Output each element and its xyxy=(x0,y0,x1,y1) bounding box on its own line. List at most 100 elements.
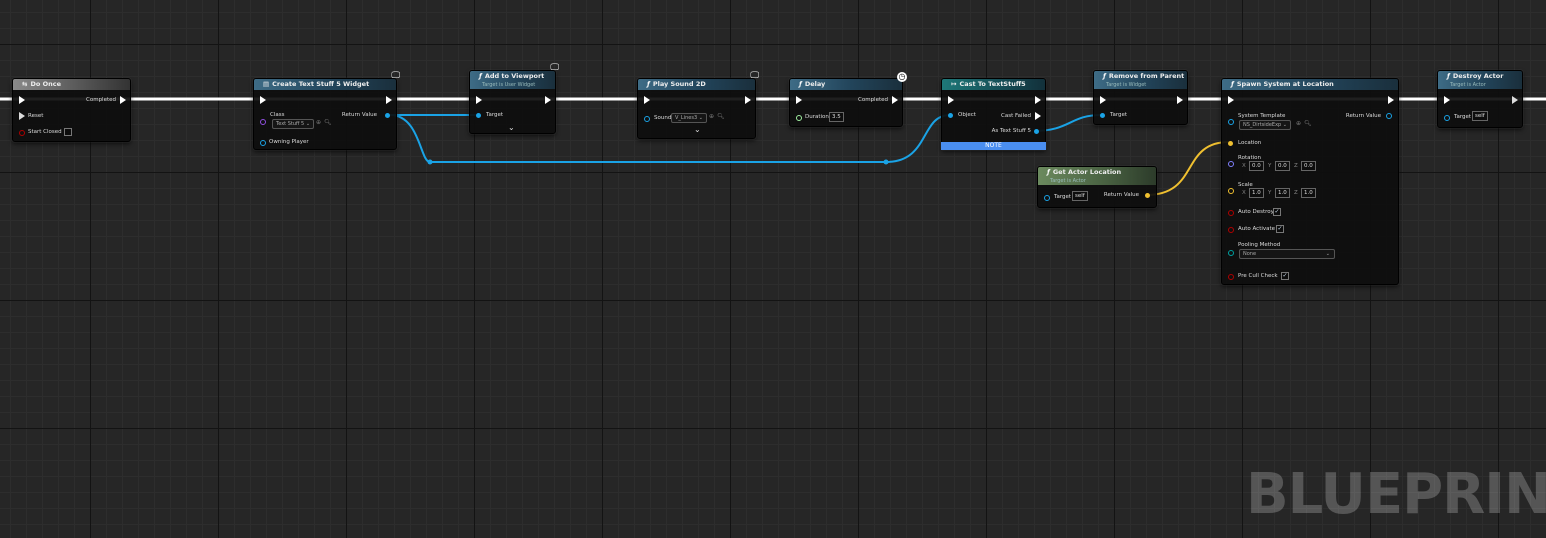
note-bar[interactable]: NOTE xyxy=(941,142,1046,150)
scale-x-input[interactable]: 1.0 xyxy=(1249,188,1264,198)
location-pin[interactable] xyxy=(1228,141,1233,146)
node-delay[interactable]: ƒ Delay ◷ Completed Duration 3.5 xyxy=(789,72,907,127)
exec-out-pin[interactable] xyxy=(1388,96,1394,104)
scale-z-input[interactable]: 1.0 xyxy=(1301,188,1316,198)
object-pin[interactable] xyxy=(948,113,953,118)
target-self-value[interactable]: self xyxy=(1072,191,1088,201)
cast-failed-pin[interactable] xyxy=(1035,112,1041,120)
function-icon: ƒ xyxy=(1047,168,1050,176)
duration-pin[interactable] xyxy=(796,115,802,121)
start-closed-checkbox[interactable] xyxy=(64,128,72,136)
sound-pin[interactable] xyxy=(644,116,650,122)
node-do-once[interactable]: ⇆ Do Once Completed Reset Start Closed xyxy=(12,78,131,142)
exec-out-pin[interactable] xyxy=(745,96,751,104)
return-value-label: Return Value xyxy=(1345,113,1381,119)
node-title: Destroy Actor xyxy=(1452,72,1504,80)
as-text-stuff-pin[interactable] xyxy=(1034,129,1039,134)
node-spawn-system-at-location[interactable]: ƒ Spawn System at Location System Templat… xyxy=(1221,78,1399,285)
exec-out-pin[interactable] xyxy=(545,96,551,104)
exec-in-pin[interactable] xyxy=(948,96,954,104)
exec-in-pin[interactable] xyxy=(644,96,650,104)
exec-out-pin[interactable] xyxy=(1035,96,1041,104)
node-title: Add to Viewport xyxy=(484,72,545,80)
node-create-widget[interactable]: ▤ Create Text Stuff 5 Widget 🖵 Class Text… xyxy=(253,71,400,150)
exec-in-pin[interactable] xyxy=(476,96,482,104)
target-self-value[interactable]: self xyxy=(1472,111,1488,121)
target-pin[interactable] xyxy=(1100,113,1105,118)
target-pin[interactable] xyxy=(476,113,481,118)
node-subtitle: Target is Actor xyxy=(1450,82,1486,88)
pooling-method-select[interactable]: None ⌄ xyxy=(1239,249,1335,259)
target-pin[interactable] xyxy=(1444,115,1450,121)
return-value-pin[interactable] xyxy=(1386,113,1392,119)
auto-destroy-pin[interactable] xyxy=(1228,210,1234,216)
class-label: Class xyxy=(270,112,285,118)
exec-out-pin[interactable] xyxy=(120,96,126,104)
rotation-x-input[interactable]: 0.0 xyxy=(1249,161,1264,171)
node-cast-to-textstuff5[interactable]: ↦ Cast To TextStuff5 Object Cast Failed A… xyxy=(941,78,1046,150)
target-pin[interactable] xyxy=(1044,195,1050,201)
clock-icon: ◷ xyxy=(897,72,907,82)
pooling-method-pin[interactable] xyxy=(1228,250,1234,256)
exec-in-pin[interactable] xyxy=(1228,96,1234,104)
location-label: Location xyxy=(1238,140,1262,146)
reset-pin[interactable] xyxy=(19,112,25,120)
browse-icon[interactable]: ⊕ xyxy=(709,113,714,120)
node-remove-from-parent[interactable]: ƒ Remove from Parent Target is Widget Targ… xyxy=(1093,70,1188,125)
auto-activate-checkbox[interactable]: ✓ xyxy=(1276,225,1284,233)
exec-in-pin[interactable] xyxy=(796,96,802,104)
scale-y-label: Y xyxy=(1268,190,1272,196)
rot-x-label: X xyxy=(1242,163,1246,169)
exec-out-pin[interactable] xyxy=(892,96,898,104)
class-select[interactable]: Text Stuff 5 ⌄ xyxy=(272,119,315,129)
scale-y-input[interactable]: 1.0 xyxy=(1275,188,1290,198)
object-label: Object xyxy=(958,112,976,118)
sound-select[interactable]: V_Lines3 ⌄ xyxy=(671,113,707,123)
function-icon: ƒ xyxy=(647,80,650,88)
owning-player-pin[interactable] xyxy=(260,140,266,146)
as-text-stuff-label: As Text Stuff 5 xyxy=(991,128,1031,134)
start-closed-label: Start Closed xyxy=(28,129,62,135)
node-get-actor-location[interactable]: ƒ Get Actor Location Target is Actor Targe… xyxy=(1037,166,1157,208)
function-icon: ƒ xyxy=(479,72,482,80)
node-play-sound-2d[interactable]: ƒ Play Sound 2D 🖵 Sound V_Lines3 ⌄ ⊕ 🔍︎ ⌄ xyxy=(637,71,759,139)
search-icon[interactable]: 🔍︎ xyxy=(717,113,725,120)
sound-label: Sound xyxy=(654,115,672,121)
system-template-select[interactable]: NS_DirtsideExp ⌄ xyxy=(1239,120,1291,130)
rotation-z-input[interactable]: 0.0 xyxy=(1301,161,1316,171)
pre-cull-checkbox[interactable]: ✓ xyxy=(1281,272,1289,280)
scale-z-label: Z xyxy=(1294,190,1298,196)
start-closed-pin[interactable] xyxy=(19,130,25,136)
expand-chevron-icon[interactable]: ⌄ xyxy=(694,125,701,134)
system-template-pin[interactable] xyxy=(1228,119,1234,125)
exec-out-pin[interactable] xyxy=(1177,96,1183,104)
exec-in-pin[interactable] xyxy=(1100,96,1106,104)
rotation-y-input[interactable]: 0.0 xyxy=(1275,161,1290,171)
search-icon[interactable]: 🔍︎ xyxy=(324,119,332,126)
class-pin[interactable] xyxy=(260,119,266,125)
exec-in-pin[interactable] xyxy=(19,96,25,104)
auto-destroy-checkbox[interactable]: ✓ xyxy=(1273,208,1281,216)
exec-out-pin[interactable] xyxy=(386,96,392,104)
search-icon[interactable]: 🔍︎ xyxy=(1304,120,1312,127)
return-value-pin[interactable] xyxy=(385,113,390,118)
exec-in-pin[interactable] xyxy=(1444,96,1450,104)
scale-pin[interactable] xyxy=(1228,188,1234,194)
node-destroy-actor[interactable]: ƒ Destroy Actor Target is Actor Target sel… xyxy=(1437,70,1523,128)
expand-chevron-icon[interactable]: ⌄ xyxy=(508,123,515,132)
completed-label: Completed xyxy=(858,97,888,103)
return-value-pin[interactable] xyxy=(1145,193,1150,198)
auto-activate-pin[interactable] xyxy=(1228,227,1234,233)
exec-in-pin[interactable] xyxy=(260,96,266,104)
node-add-to-viewport[interactable]: ƒ Add to Viewport Target is User Widget 🖵 … xyxy=(469,63,559,134)
exec-out-pin[interactable] xyxy=(1512,96,1518,104)
rotation-pin[interactable] xyxy=(1228,161,1234,167)
auto-destroy-label: Auto Destroy xyxy=(1238,209,1274,215)
browse-icon[interactable]: ⊕ xyxy=(1296,120,1301,127)
return-value-label: Return Value xyxy=(1103,192,1139,198)
duration-label: Duration xyxy=(805,114,829,120)
duration-input[interactable]: 3.5 xyxy=(829,112,844,122)
pre-cull-pin[interactable] xyxy=(1228,274,1234,280)
node-title: Remove from Parent xyxy=(1108,72,1185,80)
browse-icon[interactable]: ⊕ xyxy=(316,119,321,126)
